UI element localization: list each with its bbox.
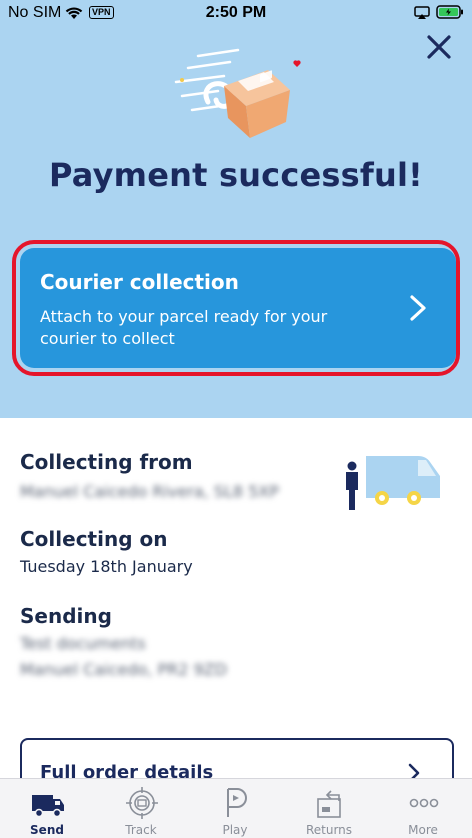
collecting-from-label: Collecting from — [20, 450, 193, 474]
tab-play[interactable]: Play — [188, 779, 282, 838]
clock: 2:50 PM — [205, 4, 267, 21]
tab-send[interactable]: Send — [0, 779, 94, 838]
tab-play-label: Play — [222, 823, 248, 837]
courier-collection-title: Courier collection — [40, 270, 239, 294]
van-icon — [32, 795, 64, 818]
track-icon — [126, 787, 158, 819]
tab-more[interactable]: More — [376, 779, 470, 838]
courier-collection-card[interactable]: Courier collection Attach to your parcel… — [20, 248, 456, 368]
tab-returns-label: Returns — [305, 823, 353, 837]
sending-item: Test documents — [20, 634, 146, 653]
collecting-on-label: Collecting on — [20, 527, 168, 551]
courier-collection-description: Attach to your parcel ready for your cou… — [40, 307, 328, 348]
page-title: Payment successful! — [49, 156, 423, 194]
collecting-on-date: Tuesday 18th January — [20, 557, 193, 576]
flying-parcel-illustration — [168, 42, 308, 152]
chevron-right-icon — [408, 294, 428, 326]
close-button[interactable] — [424, 32, 454, 62]
tab-send-label: Send — [30, 823, 64, 837]
tab-track-label: Track — [125, 823, 157, 837]
collecting-from-address: Manuel Caicedo Rivera, SL8 5XP — [20, 482, 279, 501]
play-icon — [227, 788, 247, 817]
more-icon — [409, 798, 439, 808]
courier-van-illustration — [336, 452, 444, 514]
sending-recipient: Manuel Caicedo, PR2 9ZD — [20, 660, 227, 679]
tab-returns[interactable]: Returns — [282, 779, 376, 838]
returns-icon — [317, 790, 341, 818]
status-bar: No SIM VPN 2:50 PM — [0, 0, 472, 28]
close-icon — [427, 35, 451, 59]
tab-more-label: More — [408, 823, 438, 837]
sending-label: Sending — [20, 604, 112, 628]
screen-mirroring-icon — [414, 6, 430, 24]
battery-icon — [436, 5, 464, 23]
bottom-tab-bar: Send Track Play Returns More — [0, 778, 472, 838]
tab-track[interactable]: Track — [94, 779, 188, 838]
